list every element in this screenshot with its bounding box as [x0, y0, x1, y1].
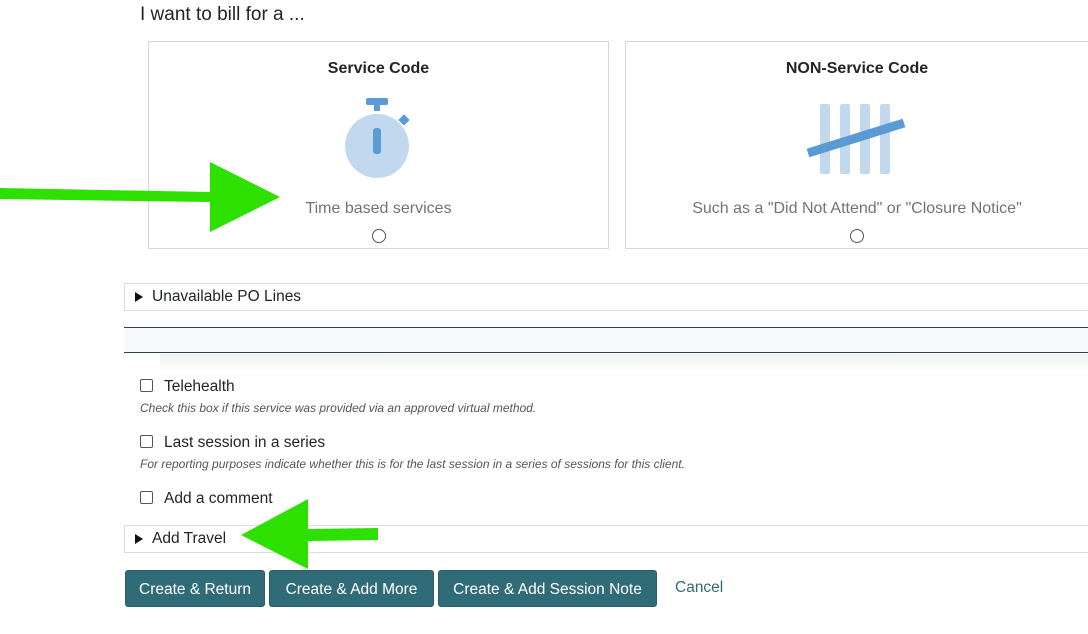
last-session-checkbox[interactable] [140, 435, 153, 448]
comment-row: Add a comment [140, 490, 273, 508]
last-session-help-text: For reporting purposes indicate whether … [140, 457, 685, 471]
cancel-link[interactable]: Cancel [675, 579, 723, 597]
expand-triangle-icon [135, 292, 143, 302]
page-heading: I want to bill for a ... [140, 4, 305, 25]
telehealth-label: Telehealth [164, 378, 235, 395]
create-and-return-button[interactable]: Create & Return [125, 570, 265, 607]
add-travel-toggle[interactable]: Add Travel [124, 525, 1088, 553]
service-code-title: Service Code [327, 60, 430, 77]
non-service-code-title: NON-Service Code [785, 60, 929, 77]
non-service-code-description: Such as a "Did Not Attend" or "Closure N… [692, 200, 1022, 217]
unavailable-po-lines-toggle[interactable]: Unavailable PO Lines [124, 283, 1088, 311]
comment-label: Add a comment [164, 490, 273, 507]
po-lines-label: Unavailable PO Lines [152, 288, 302, 305]
service-code-option[interactable]: Service Code Time based services [148, 41, 609, 249]
add-travel-label: Add Travel [152, 530, 227, 547]
section-divider-strip [124, 327, 1088, 353]
comment-checkbox[interactable] [140, 491, 153, 504]
create-and-add-more-button[interactable]: Create & Add More [269, 570, 434, 607]
last-session-label: Last session in a series [164, 434, 326, 451]
telehealth-row: Telehealth [140, 378, 235, 396]
last-session-row: Last session in a series [140, 434, 325, 452]
stopwatch-icon [339, 94, 419, 189]
service-code-description: Time based services [305, 200, 452, 217]
telehealth-checkbox[interactable] [140, 379, 153, 392]
non-service-code-radio[interactable] [850, 229, 864, 243]
create-and-add-session-note-button[interactable]: Create & Add Session Note [438, 570, 657, 607]
billing-form: I want to bill for a ... Service Code Ti… [0, 0, 1088, 634]
service-code-radio[interactable] [371, 229, 386, 243]
expand-triangle-icon [135, 534, 143, 544]
divider-shadow [160, 354, 1088, 372]
telehealth-help-text: Check this box if this service was provi… [140, 401, 537, 415]
tally-marks-icon [802, 94, 912, 179]
non-service-code-option[interactable]: NON-Service Code Such as a "Did Not Atte… [625, 41, 1088, 249]
